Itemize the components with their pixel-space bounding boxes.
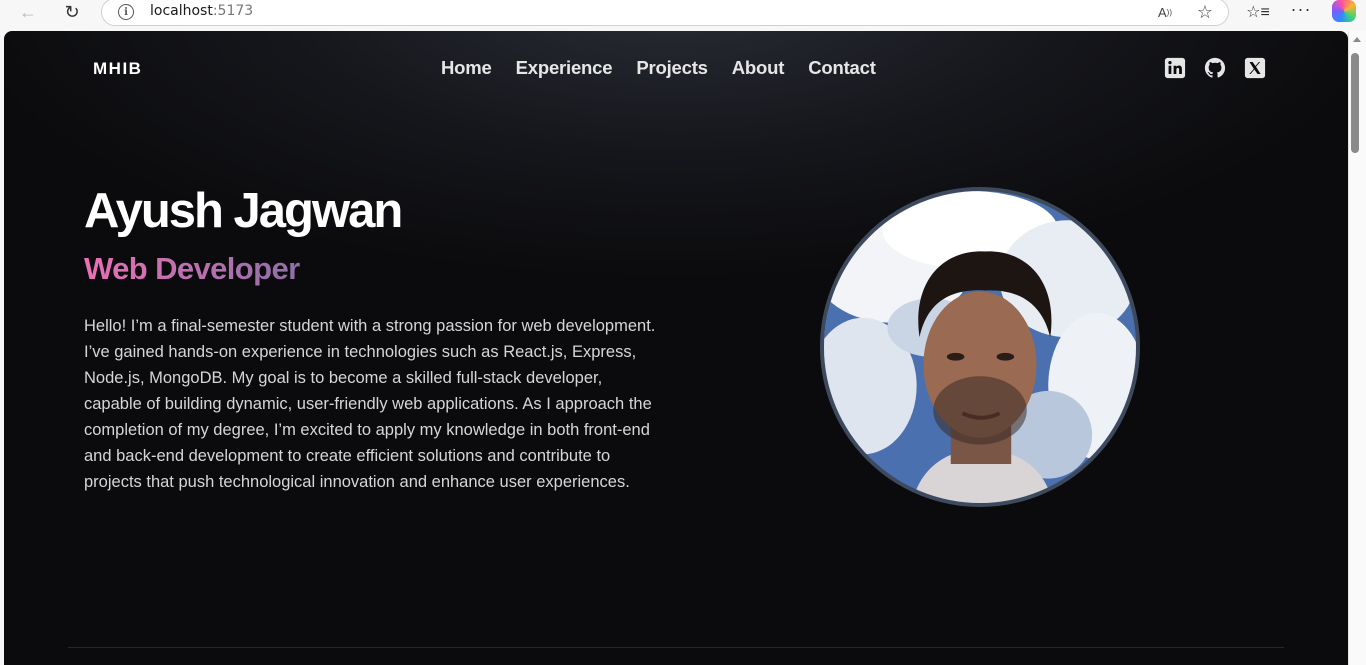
main-nav: Home Experience Projects About Contact bbox=[441, 57, 876, 79]
site-logo[interactable]: MHIB bbox=[93, 59, 142, 79]
nav-home[interactable]: Home bbox=[441, 57, 492, 79]
nav-experience[interactable]: Experience bbox=[516, 57, 613, 79]
info-icon[interactable]: i bbox=[118, 4, 134, 20]
read-aloud-icon[interactable]: A)) bbox=[1154, 2, 1176, 22]
x-icon[interactable] bbox=[1244, 57, 1266, 79]
nav-projects[interactable]: Projects bbox=[636, 57, 708, 79]
browser-toolbar: ← ↻ i localhost:5173 A)) ☆ ☆≡ ··· bbox=[0, 0, 1366, 31]
favorites-icon[interactable]: ☆≡ bbox=[1246, 1, 1270, 23]
reload-icon[interactable]: ↻ bbox=[59, 1, 85, 23]
url-host: localhost bbox=[150, 3, 213, 19]
copilot-icon[interactable] bbox=[1332, 0, 1356, 22]
social-links bbox=[1164, 57, 1266, 79]
hero-bio: Hello! I’m a final-semester student with… bbox=[84, 317, 656, 491]
nav-about[interactable]: About bbox=[732, 57, 785, 79]
profile-photo bbox=[820, 187, 1140, 507]
more-icon[interactable]: ··· bbox=[1289, 0, 1313, 20]
page-viewport: MHIB Home Experience Projects About Cont… bbox=[4, 31, 1348, 665]
url-port: :5173 bbox=[212, 3, 254, 19]
hero-role: Web Developer bbox=[84, 251, 300, 286]
star-icon[interactable]: ☆ bbox=[1194, 2, 1216, 22]
hero-name: Ayush Jagwan bbox=[84, 184, 403, 238]
url-text[interactable]: localhost:5173 bbox=[150, 3, 253, 19]
back-arrow-icon[interactable]: ← bbox=[15, 1, 41, 23]
address-bar[interactable]: i localhost:5173 A)) ☆ bbox=[101, 0, 1229, 26]
scrollbar-thumb[interactable] bbox=[1351, 53, 1359, 153]
github-icon[interactable] bbox=[1204, 57, 1226, 79]
scroll-up-arrow-icon[interactable] bbox=[1353, 37, 1361, 42]
nav-contact[interactable]: Contact bbox=[808, 57, 876, 79]
linkedin-icon[interactable] bbox=[1164, 57, 1186, 79]
section-divider bbox=[68, 647, 1284, 648]
